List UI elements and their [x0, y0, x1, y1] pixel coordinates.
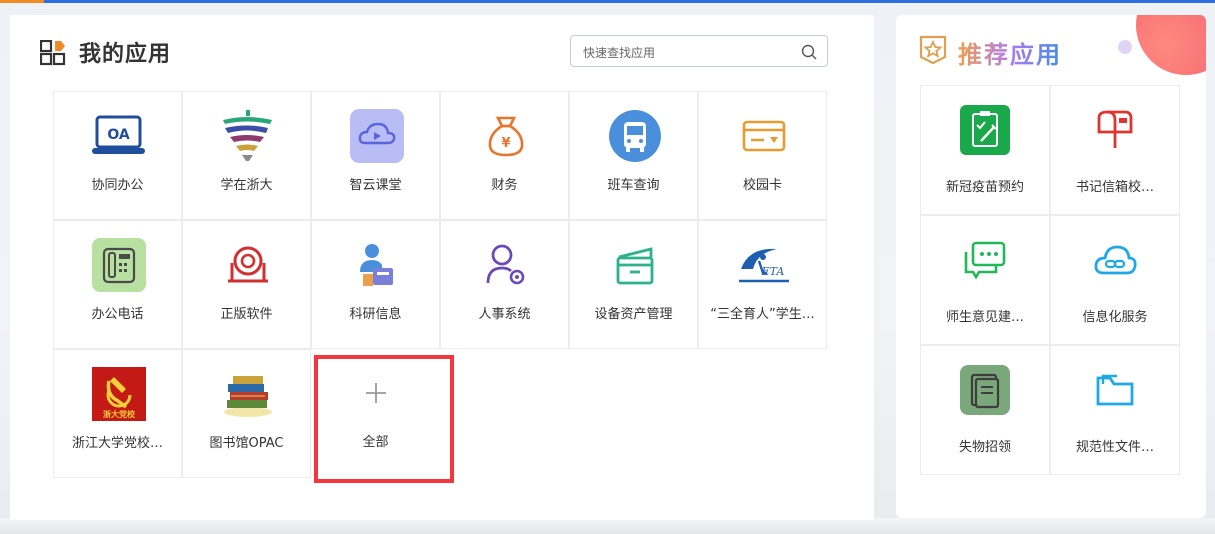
app-label: 财务 — [491, 178, 518, 193]
cloud-play-icon — [349, 108, 404, 163]
apps-grid-icon — [40, 40, 68, 66]
office-phone-icon — [91, 237, 146, 292]
app-tile-bus[interactable]: 班车查询 — [569, 91, 698, 220]
app-tile-zhiyun[interactable]: 智云课堂 — [311, 91, 440, 220]
party-school-emblem-icon: 浙大党校 — [91, 366, 146, 421]
app-tile-assets[interactable]: 设备资产管理 — [569, 220, 698, 349]
research-person-icon — [349, 237, 404, 292]
app-tile-finance[interactable]: ¥ 财务 — [440, 91, 569, 220]
vaccine-clipboard-icon — [959, 104, 1011, 156]
search-icon[interactable] — [801, 44, 817, 60]
decorative-dot — [1118, 40, 1132, 54]
svg-text:¥: ¥ — [501, 136, 510, 151]
star-badge-icon — [919, 35, 947, 65]
app-label: “三全育人”学生… — [710, 307, 815, 322]
app-tile-oa[interactable]: OA 协同办公 — [53, 91, 182, 220]
app-search-input[interactable] — [581, 42, 785, 64]
app-tile-software[interactable]: 正版软件 — [182, 220, 311, 349]
app-label: 校园卡 — [742, 178, 782, 193]
app-label: 办公电话 — [91, 307, 144, 322]
app-tile-office-phone[interactable]: 办公电话 — [53, 220, 182, 349]
emblem-text: 浙大党校 — [103, 409, 136, 419]
rec-tile-mailbox[interactable]: 书记信箱校… — [1050, 85, 1180, 215]
svg-text:OA: OA — [107, 127, 130, 143]
app-label: 人事系统 — [478, 307, 531, 322]
campus-card-icon — [736, 108, 791, 163]
rec-tile-it-service[interactable]: 信息化服务 — [1050, 215, 1180, 345]
bus-icon — [607, 108, 662, 163]
app-tile-party-school[interactable]: 浙大党校 浙江大学党校… — [53, 349, 182, 478]
rec-tile-lost-found[interactable]: 失物招领 — [920, 345, 1050, 475]
app-tile-library[interactable]: 图书馆OPAC — [182, 349, 311, 478]
app-label: 协同办公 — [91, 178, 144, 193]
app-label: 科研信息 — [349, 307, 402, 322]
app-tile-sanquan[interactable]: ETA “三全育人”学生… — [698, 220, 827, 349]
rec-tile-vaccine[interactable]: 新冠疫苗预约 — [920, 85, 1050, 215]
lost-found-icon — [959, 364, 1011, 416]
asset-box-icon — [607, 237, 662, 292]
rec-app-label: 失物招领 — [958, 440, 1011, 455]
money-bag-icon: ¥ — [478, 108, 533, 163]
rec-app-label: 书记信箱校… — [1075, 180, 1154, 195]
cloud-link-icon — [1089, 234, 1141, 286]
rec-app-label: 师生意见建… — [945, 310, 1024, 325]
app-tile-research[interactable]: 科研信息 — [311, 220, 440, 349]
rec-app-label: 新冠疫苗预约 — [945, 180, 1024, 195]
books-stack-icon — [220, 366, 275, 421]
svg-text:ETA: ETA — [760, 265, 784, 278]
app-label: 智云课堂 — [349, 178, 402, 193]
recommended-apps-grid: 新冠疫苗预约 书记信箱校… 师生意见建… 信息化服务 失物招领 规范性文件… — [920, 85, 1180, 475]
all-apps-highlight — [314, 355, 454, 483]
top-accent-bar — [0, 0, 1215, 3]
app-tile-campus-card[interactable]: 校园卡 — [698, 91, 827, 220]
app-tile-xuezai[interactable]: 学在浙大 — [182, 91, 311, 220]
decorative-circle — [1136, 15, 1206, 75]
app-label: 浙江大学党校… — [71, 436, 163, 451]
rec-app-label: 信息化服务 — [1082, 310, 1148, 325]
app-label: 设备资产管理 — [594, 307, 673, 322]
software-disc-icon — [220, 237, 275, 292]
app-search-box[interactable] — [570, 35, 828, 67]
folder-icon — [1089, 364, 1141, 416]
rec-app-label: 规范性文件… — [1075, 440, 1154, 455]
chat-bubbles-icon — [959, 234, 1011, 286]
xuezai-zheda-logo-icon — [220, 108, 275, 163]
user-settings-icon — [478, 237, 533, 292]
my-apps-title: 我的应用 — [79, 42, 172, 67]
app-tile-hr[interactable]: 人事系统 — [440, 220, 569, 349]
page-bottom-band — [0, 518, 1215, 534]
rec-tile-feedback[interactable]: 师生意见建… — [920, 215, 1050, 345]
eta-logo-icon: ETA — [736, 237, 791, 292]
app-label: 图书馆OPAC — [209, 436, 284, 451]
rec-tile-regulations[interactable]: 规范性文件… — [1050, 345, 1180, 475]
app-label: 班车查询 — [607, 178, 660, 193]
oa-laptop-icon: OA — [91, 108, 146, 163]
mailbox-icon — [1089, 104, 1141, 156]
app-label: 学在浙大 — [220, 178, 273, 193]
recommended-apps-title: 推荐应用 — [958, 35, 1062, 70]
app-label: 正版软件 — [220, 307, 273, 322]
